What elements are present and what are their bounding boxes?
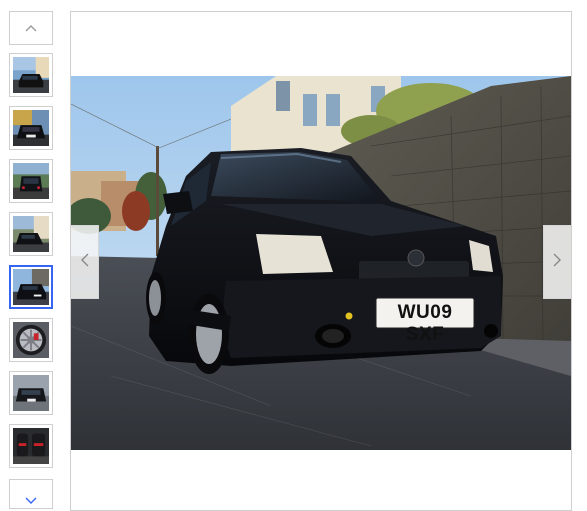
thumbnail-4[interactable] (9, 212, 53, 256)
next-image-button[interactable] (543, 225, 571, 299)
thumbnail-image (13, 322, 49, 358)
chevron-right-icon (553, 253, 562, 272)
thumbnail-image (13, 110, 49, 146)
thumbnail-7[interactable] (9, 371, 53, 415)
chevron-up-icon (25, 19, 37, 37)
chevron-down-icon (25, 492, 37, 510)
thumbnail-6[interactable] (9, 318, 53, 362)
thumbnail-image (13, 216, 49, 252)
thumbnail-image (13, 428, 49, 464)
thumbnail-image (13, 57, 49, 93)
thumbnails-scroll-down-button[interactable] (9, 479, 53, 509)
thumbnail-5-selected[interactable] (9, 265, 53, 309)
previous-image-button[interactable] (71, 225, 99, 299)
thumbnail-2[interactable] (9, 106, 53, 150)
thumbnail-strip (9, 0, 55, 509)
thumbnail-image (13, 269, 49, 305)
number-plate-text: WU09 SXF (397, 302, 453, 345)
thumbnails-scroll-up-button[interactable] (9, 11, 53, 45)
thumbnail-image (13, 163, 49, 199)
thumbnail-1[interactable] (9, 53, 53, 97)
thumbnail-image (13, 375, 49, 411)
thumbnail-3[interactable] (9, 159, 53, 203)
main-image-viewer: WU09 SXF (70, 11, 572, 511)
thumbnail-8[interactable] (9, 424, 53, 468)
main-photo[interactable]: WU09 SXF (71, 76, 571, 450)
chevron-left-icon (80, 253, 89, 272)
